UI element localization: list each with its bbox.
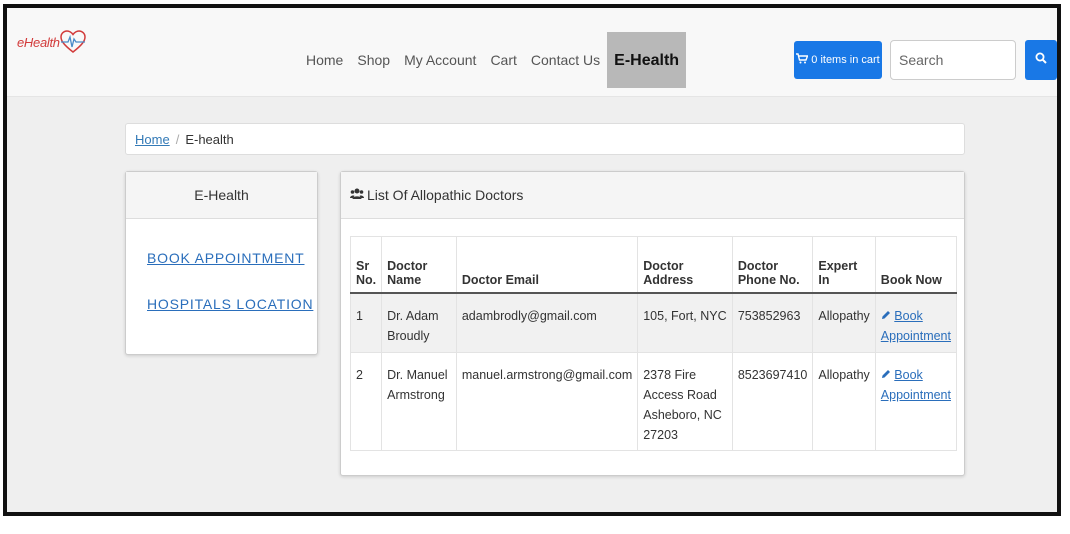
cart-button[interactable]: 0 items in cart [794,41,882,79]
nav-contact-us[interactable]: Contact Us [524,32,607,88]
col-header-name: Doctor Name [381,236,457,294]
nav-my-account[interactable]: My Account [397,32,483,88]
cell-book: Book Appointment [874,352,958,451]
breadcrumb-separator: / [175,131,180,147]
brand-name: eHealth [17,34,60,50]
nav-cart[interactable]: Cart [483,32,523,88]
pencil-icon [881,368,891,382]
col-header-address: Doctor Address [637,236,733,294]
brand-logo[interactable]: eHealth [17,30,86,54]
col-header-sr: Sr No. [349,236,383,294]
search-icon [1035,51,1047,69]
breadcrumb-home-link[interactable]: Home [135,132,170,147]
hospitals-location-link[interactable]: HOSPITALS LOCATION [147,296,317,312]
pencil-icon [881,309,891,323]
breadcrumb-current: E-health [185,131,234,147]
doctors-panel-title: List Of Allopathic Doctors [367,187,524,203]
cell-phone: 8523697410 [731,352,814,451]
cell-expert: Allopathy [812,292,876,353]
users-icon [350,187,364,203]
heart-pulse-icon [59,30,86,54]
nav-shop[interactable]: Shop [350,32,397,88]
col-header-expert: Expert In [812,236,876,294]
cell-book: Book Appointment [874,292,958,353]
cell-email: manuel.armstrong@gmail.com [455,352,639,451]
search-button[interactable] [1025,40,1057,80]
cell-email: adambrodly@gmail.com [455,292,639,353]
cell-sr: 1 [349,292,383,353]
browser-frame: eHealth Home Shop My Account Cart Contac… [3,4,1061,516]
cart-label: 0 items in cart [811,54,880,66]
doctors-table: Sr No. Doctor Name Doctor Email Doctor A… [349,236,958,451]
col-header-email: Doctor Email [455,236,639,294]
doctors-panel-header: List Of Allopathic Doctors [341,172,964,219]
search-input[interactable] [890,40,1016,80]
cell-phone: 753852963 [731,292,814,353]
nav-e-health[interactable]: E-Health [607,32,687,88]
cell-name: Dr. Manuel Armstrong [381,352,457,451]
col-header-phone: Doctor Phone No. [731,236,814,294]
cell-expert: Allopathy [812,352,876,451]
doctors-panel: List Of Allopathic Doctors Sr No. Doctor… [340,171,965,476]
sidebar-title: E-Health [126,172,317,219]
table-header-row: Sr No. Doctor Name Doctor Email Doctor A… [349,236,958,294]
nav-home[interactable]: Home [299,32,350,88]
book-appointment-button[interactable]: Book Appointment [881,309,951,343]
book-appointment-button[interactable]: Book Appointment [881,368,951,402]
cell-address: 105, Fort, NYC [637,292,733,353]
sidebar-panel: E-Health BOOK APPOINTMENT HOSPITALS LOCA… [125,171,318,355]
book-appointment-link[interactable]: BOOK APPOINTMENT [147,250,317,266]
table-row: 1 Dr. Adam Broudly adambrodly@gmail.com … [349,292,958,353]
shopping-cart-icon [796,53,809,67]
navbar: eHealth Home Shop My Account Cart Contac… [7,8,1057,97]
breadcrumb: Home / E-health [125,123,965,155]
table-row: 2 Dr. Manuel Armstrong manuel.armstrong@… [349,352,958,451]
cell-sr: 2 [349,352,383,451]
col-header-book: Book Now [874,236,958,294]
cell-address: 2378 Fire Access Road Asheboro, NC 27203 [637,352,733,451]
cell-name: Dr. Adam Broudly [381,292,457,353]
main-nav: Home Shop My Account Cart Contact Us E-H… [299,32,687,88]
